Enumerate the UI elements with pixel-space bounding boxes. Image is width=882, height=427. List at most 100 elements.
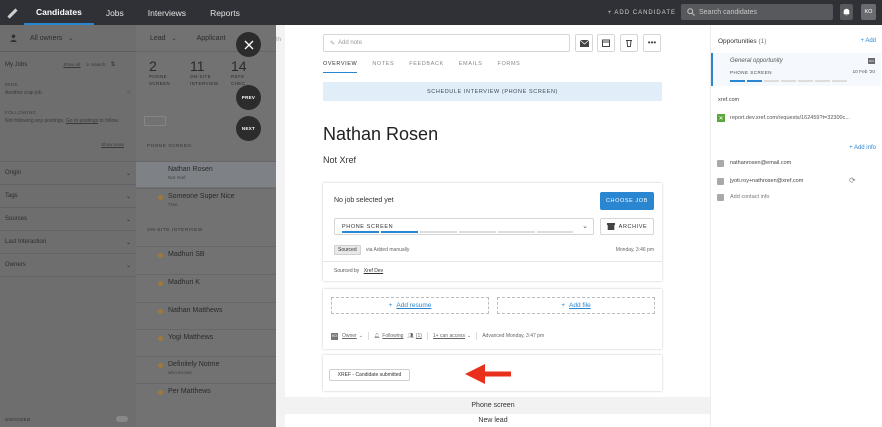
jobs-search-label[interactable]: Search: [91, 62, 105, 67]
add-file-dropzone[interactable]: + Add file: [497, 297, 655, 314]
followers-icon: 👥︎: [407, 333, 414, 339]
sync-icon[interactable]: ⟳: [849, 176, 856, 185]
close-panel-button[interactable]: [236, 32, 261, 57]
contact-email-secondary[interactable]: jyoti.roy+nathrosen@xref.com: [730, 178, 803, 184]
stat-phone-screen[interactable]: 2 PHONE SCREEN: [149, 58, 177, 87]
filter-tags[interactable]: Tags ⌄: [0, 185, 136, 208]
contact-email[interactable]: nathanrosen@email.com: [730, 160, 791, 166]
stat-count: 14: [231, 58, 247, 74]
stage-progress-segment: [498, 231, 535, 233]
star-icon[interactable]: ☆: [127, 90, 131, 96]
candidate-name: Definitely Notme: [168, 361, 220, 368]
phone-screen-heading: PHONE SCREEN: [147, 144, 192, 149]
list-item[interactable]: Nathan Matthews: [136, 302, 276, 328]
opportunities-heading: Opportunities (1): [718, 38, 766, 45]
candidate-name: Per Matthews: [168, 388, 211, 395]
filter-last-interaction[interactable]: Last Interaction ⌄: [0, 231, 136, 254]
filter-tags-label: Tags: [5, 193, 18, 199]
opp-progress-segment: [798, 80, 813, 82]
stage-tab-lead[interactable]: Lead: [150, 35, 166, 42]
tab-forms[interactable]: FORMS: [498, 61, 521, 73]
filter-owners[interactable]: Owners ⌄: [0, 254, 136, 277]
add-note-placeholder: Add note: [338, 40, 363, 46]
add-opportunity-link[interactable]: + Add: [860, 38, 876, 44]
tab-notes[interactable]: NOTES: [372, 61, 394, 73]
xref-heading: xref.com: [718, 97, 740, 103]
prev-candidate-button[interactable]: PREV: [236, 85, 261, 110]
tab-feedback[interactable]: FEEDBACK: [409, 61, 443, 73]
following-toggle[interactable]: Following: [382, 333, 403, 339]
status-dot-icon: [158, 363, 163, 368]
nav-tab-reports[interactable]: Reports: [198, 0, 252, 25]
sourced-by-link[interactable]: Xref Dev: [364, 268, 383, 274]
nav-tab-candidates[interactable]: Candidates: [24, 0, 94, 25]
my-jobs-header: My Jobs Show all ⌕ Search ⇅: [0, 52, 136, 69]
sort-icon[interactable]: ⇅: [110, 61, 115, 68]
next-candidate-button[interactable]: NEXT: [236, 116, 261, 141]
email-icon: [717, 160, 724, 167]
divider: [426, 332, 428, 340]
owner-dropdown[interactable]: Owner: [342, 333, 357, 339]
opportunity-card[interactable]: General opportunity KO PHONE SCREEN 10 F…: [711, 53, 881, 86]
add-info-label: Add info: [853, 145, 876, 151]
ellipsis-icon: •••: [647, 38, 657, 47]
choose-job-button[interactable]: CHOOSE JOB: [600, 192, 654, 210]
candidate-name: Someone Super Nice: [168, 193, 235, 200]
tab-overview[interactable]: OVERVIEW: [323, 61, 358, 73]
user-avatar[interactable]: KO: [861, 4, 876, 20]
go-to-postings-link[interactable]: Go to postings: [66, 118, 98, 124]
add-resume-dropzone[interactable]: + Add resume: [331, 297, 489, 314]
list-item[interactable]: Definitely Notme who knows: [136, 356, 276, 382]
show-more-link[interactable]: Show more: [0, 142, 136, 147]
lever-logo-icon[interactable]: [0, 0, 24, 25]
add-note-input[interactable]: ✎ Add note: [323, 34, 570, 52]
snoozed-toggle[interactable]: [116, 416, 128, 422]
list-item[interactable]: Madhuri SB: [136, 246, 276, 272]
tab-emails[interactable]: EMAILS: [459, 61, 483, 73]
filter-origin-label: Origin: [5, 170, 22, 176]
add-info-link[interactable]: + Add info: [849, 145, 876, 151]
nav-tab-jobs[interactable]: Jobs: [94, 0, 136, 25]
stage-select[interactable]: PHONE SCREEN ⌄: [334, 218, 594, 235]
bulk-select-dropdown[interactable]: [144, 116, 166, 126]
add-candidate-button[interactable]: + ADD CANDIDATE: [608, 0, 676, 25]
stat-reference[interactable]: 14 REFE CHEC: [231, 58, 259, 87]
list-item[interactable]: Yogi Matthews: [136, 329, 276, 355]
add-contact-info-link[interactable]: Add contact info: [730, 194, 769, 200]
stat-onsite[interactable]: 11 ON-SITE INTERVIEW: [190, 58, 218, 87]
files-card: + Add resume + Add file KO Owner ⌄ 🔔︎ Fo…: [323, 289, 662, 349]
xref-report-link[interactable]: report.dev.xref.com/requests/162459?t=32…: [730, 115, 850, 121]
mine-job-item[interactable]: Another crap job ☆: [0, 87, 136, 99]
email-button[interactable]: [575, 34, 593, 52]
show-all-link[interactable]: Show all: [63, 62, 80, 67]
add-resume-label: Add resume: [396, 302, 432, 309]
access-dropdown[interactable]: 1+ can access: [433, 333, 465, 339]
plus-icon: +: [561, 302, 566, 309]
search-input[interactable]: Search candidates: [681, 4, 833, 20]
schedule-interview-banner[interactable]: SCHEDULE INTERVIEW (PHONE SCREEN): [323, 82, 662, 101]
more-options-button[interactable]: •••: [643, 34, 661, 52]
stage-tab-applicant[interactable]: Applicant: [197, 35, 226, 42]
filter-origin[interactable]: Origin ⌄: [0, 162, 136, 185]
schedule-button[interactable]: [597, 34, 615, 52]
notifications-bell-icon[interactable]: [840, 4, 853, 20]
list-item[interactable]: Per Matthews: [136, 383, 276, 409]
search-icon[interactable]: ⌕: [86, 62, 89, 68]
filter-last-interaction-label: Last Interaction: [5, 239, 47, 245]
list-item[interactable]: Madhuri K: [136, 274, 276, 300]
envelope-icon: [579, 39, 589, 47]
owners-filter[interactable]: All owners ⌄: [0, 25, 136, 52]
archive-button[interactable]: ARCHIVE: [600, 218, 654, 235]
filter-sources[interactable]: Sources ⌄: [0, 208, 136, 231]
archive-toolbar-button[interactable]: [620, 34, 638, 52]
list-item[interactable]: Someone Super Nice Tree: [136, 188, 276, 214]
filter-sources-label: Sources: [5, 216, 28, 222]
phone-screen-divider: Phone screen: [276, 397, 710, 414]
followers-count[interactable]: (1): [416, 333, 422, 339]
chevron-down-icon: ⌄: [125, 193, 131, 200]
xref-candidate-submitted-button[interactable]: XREF - Candidate submitted: [329, 369, 410, 381]
nav-tab-interviews[interactable]: Interviews: [136, 0, 198, 25]
list-item[interactable]: Nathan Rosen Not Xref: [136, 161, 276, 187]
opp-progress-segment: [781, 80, 796, 82]
profile-tabs: OVERVIEW NOTES FEEDBACK EMAILS FORMS: [323, 61, 535, 73]
